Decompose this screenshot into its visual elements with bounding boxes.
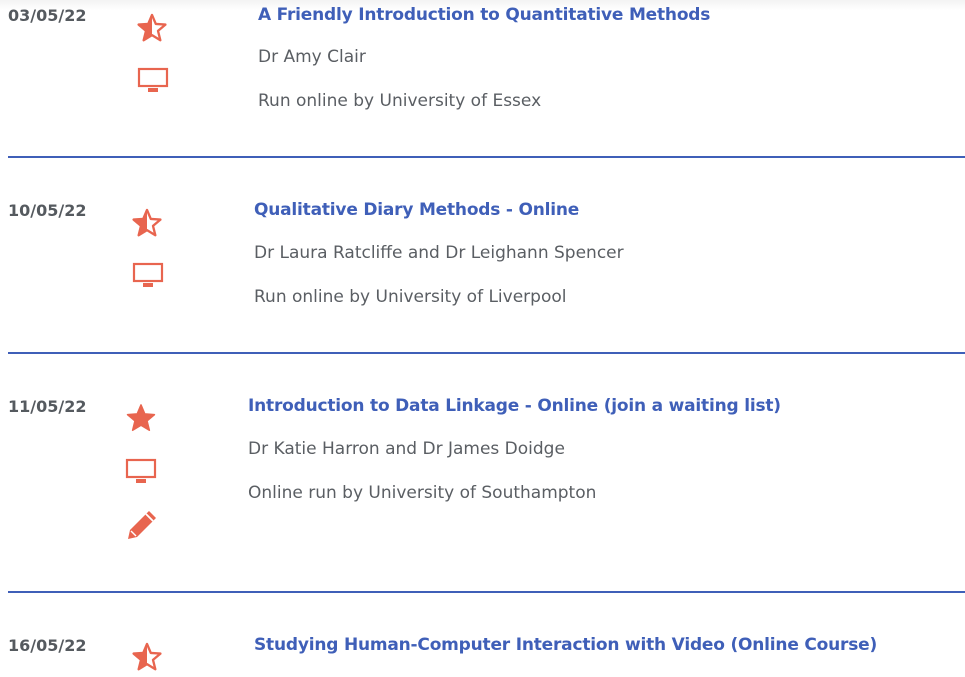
event-presenter: Dr Amy Clair — [258, 47, 366, 67]
event-organiser: Online run by University of Southampton — [248, 483, 597, 503]
pencil-icon — [128, 511, 156, 539]
star-half-icon — [132, 208, 162, 237]
event-title-link[interactable]: Studying Human-Computer Interaction with… — [254, 635, 877, 655]
event-date: 16/05/22 — [8, 636, 87, 655]
event-title-link[interactable]: A Friendly Introduction to Quantitative … — [258, 5, 710, 25]
event-organiser: Run online by University of Essex — [258, 91, 542, 111]
separator — [8, 352, 965, 354]
event-date: 10/05/22 — [8, 201, 87, 220]
event-presenter: Dr Katie Harron and Dr James Doidge — [248, 439, 565, 459]
monitor-icon — [137, 67, 169, 92]
event-date: 03/05/22 — [8, 6, 87, 25]
monitor-icon — [132, 262, 164, 287]
event-title-link[interactable]: Qualitative Diary Methods - Online — [254, 200, 579, 220]
event-presenter: Dr Laura Ratcliffe and Dr Leighann Spenc… — [254, 243, 624, 263]
separator — [8, 591, 965, 593]
monitor-icon — [125, 458, 157, 483]
star-half-icon — [132, 642, 162, 671]
event-title-link[interactable]: Introduction to Data Linkage - Online (j… — [248, 396, 781, 416]
star-half-icon — [137, 13, 167, 42]
event-organiser: Run online by University of Liverpool — [254, 287, 567, 307]
star-full-icon — [126, 404, 156, 432]
separator — [8, 156, 965, 158]
event-date: 11/05/22 — [8, 397, 87, 416]
